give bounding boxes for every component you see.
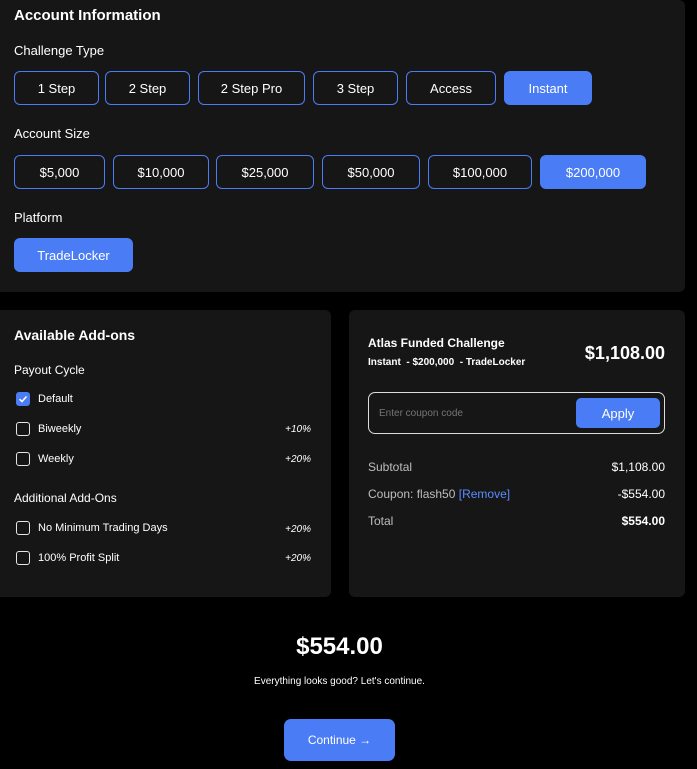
addon-percent: +20% xyxy=(285,454,311,465)
account-size-option-selected[interactable]: $200,000 xyxy=(540,155,646,189)
platform-label: Platform xyxy=(14,210,63,225)
payout-option-biweekly[interactable]: Biweekly xyxy=(16,422,81,436)
challenge-type-option[interactable]: Access xyxy=(406,71,496,105)
checkbox[interactable] xyxy=(16,452,30,466)
coupon-label: Coupon: flash50 xyxy=(368,487,456,501)
coupon-box: Apply xyxy=(368,392,665,434)
payout-option-label: Default xyxy=(38,393,73,405)
total-label: Total xyxy=(368,514,394,528)
checkbox[interactable] xyxy=(16,422,30,436)
account-size-option[interactable]: $5,000 xyxy=(14,155,105,189)
payout-option-label: Biweekly xyxy=(38,423,82,435)
challenge-type-label: Challenge Type xyxy=(14,43,105,58)
footer-total: $554.00 xyxy=(296,633,383,660)
coupon-value: -$554.00 xyxy=(617,487,665,501)
footer-message: Everything looks good? Let's continue. xyxy=(254,676,425,687)
addon-profit-split[interactable]: 100% Profit Split xyxy=(16,551,119,565)
account-information-panel: Account Information Challenge Type 1 Ste… xyxy=(0,0,685,292)
account-information-title: Account Information xyxy=(14,7,161,24)
challenge-type-option[interactable]: 3 Step xyxy=(313,71,398,105)
addon-percent: +10% xyxy=(285,424,311,435)
subtotal-value: $1,108.00 xyxy=(611,460,665,474)
payout-cycle-label: Payout Cycle xyxy=(14,363,85,377)
addons-title: Available Add-ons xyxy=(14,327,136,343)
account-size-option[interactable]: $25,000 xyxy=(216,155,314,189)
account-size-option[interactable]: $50,000 xyxy=(322,155,420,189)
addon-percent: +20% xyxy=(285,553,311,564)
remove-coupon-link[interactable]: [Remove] xyxy=(459,487,510,501)
platform-option-selected[interactable]: TradeLocker xyxy=(14,238,133,272)
product-name: Atlas Funded Challenge xyxy=(368,336,505,350)
continue-button[interactable]: Continue → xyxy=(284,719,395,761)
checkmark-icon xyxy=(18,395,28,403)
subtotal-row: Subtotal $1,108.00 xyxy=(368,460,665,474)
addon-percent: +20% xyxy=(285,524,311,535)
challenge-type-option-selected[interactable]: Instant xyxy=(504,71,592,105)
addon-label: No Minimum Trading Days xyxy=(38,522,168,534)
coupon-row: Coupon: flash50 [Remove] -$554.00 xyxy=(368,487,665,501)
additional-addons-label: Additional Add-Ons xyxy=(14,491,117,505)
challenge-type-option[interactable]: 2 Step Pro xyxy=(198,71,305,105)
product-price: $1,108.00 xyxy=(584,343,665,363)
subtotal-label: Subtotal xyxy=(368,460,413,474)
payout-option-label: Weekly xyxy=(38,453,74,465)
payout-option-default[interactable]: Default xyxy=(16,392,73,406)
coupon-input[interactable] xyxy=(379,399,569,427)
total-value: $554.00 xyxy=(621,514,665,528)
account-size-label: Account Size xyxy=(14,126,90,141)
product-detail: Instant - $200,000 - TradeLocker xyxy=(368,357,526,368)
order-summary-panel: Atlas Funded Challenge Instant - $200,00… xyxy=(349,310,685,597)
payout-option-weekly[interactable]: Weekly xyxy=(16,452,74,466)
addons-panel: Available Add-ons Payout Cycle Default B… xyxy=(0,310,331,597)
checkbox[interactable] xyxy=(16,551,30,565)
apply-coupon-button[interactable]: Apply xyxy=(576,398,660,428)
account-size-option[interactable]: $100,000 xyxy=(428,155,532,189)
addon-label: 100% Profit Split xyxy=(38,552,120,564)
account-size-option[interactable]: $10,000 xyxy=(113,155,209,189)
checkbox[interactable] xyxy=(16,521,30,535)
addon-no-minimum-trading-days[interactable]: No Minimum Trading Days xyxy=(16,521,168,535)
total-row: Total $554.00 xyxy=(368,514,665,528)
checkbox-checked[interactable] xyxy=(16,392,30,406)
challenge-type-option[interactable]: 2 Step xyxy=(105,71,190,105)
challenge-type-option[interactable]: 1 Step xyxy=(14,71,99,105)
